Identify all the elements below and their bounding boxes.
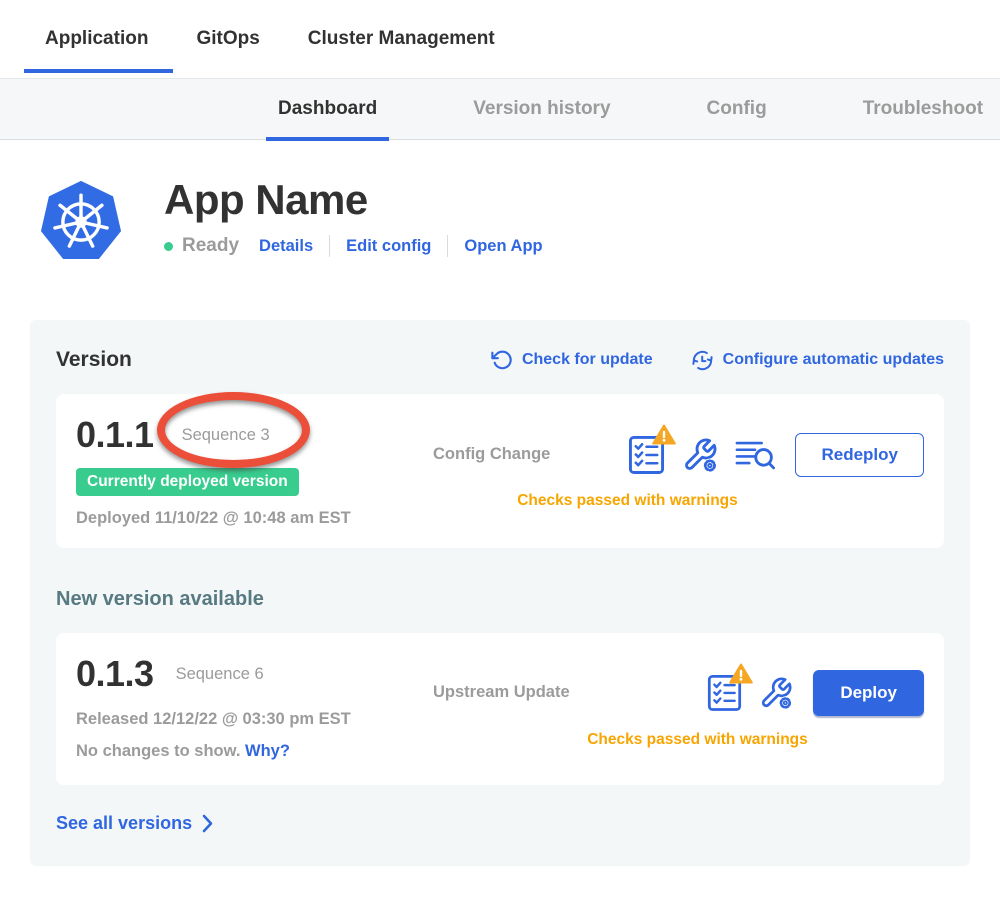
app-tabs: Dashboard Version history Config Trouble… (0, 78, 1000, 140)
tab-dashboard[interactable]: Dashboard (278, 78, 377, 140)
chevron-right-icon (202, 814, 213, 833)
wrench-gear-icon[interactable] (682, 437, 718, 473)
current-version-card: 0.1.1 Sequence 3 Currently deployed vers… (56, 394, 944, 548)
kubernetes-logo-icon (38, 178, 124, 266)
primary-nav: Application GitOps Cluster Management (0, 0, 1000, 78)
tab-version-history[interactable]: Version history (473, 78, 610, 140)
tab-troubleshoot[interactable]: Troubleshoot (863, 78, 983, 140)
status-dot-ready (164, 242, 173, 251)
wrench-gear-icon[interactable] (759, 676, 793, 710)
preflight-checklist-warning-icon[interactable] (628, 434, 665, 475)
app-header: App Name Ready Details Edit config Open … (0, 140, 1000, 266)
details-link[interactable]: Details (259, 237, 313, 256)
redeploy-button[interactable]: Redeploy (795, 433, 924, 477)
deploy-button[interactable]: Deploy (813, 670, 924, 716)
check-for-update-label: Check for update (522, 351, 653, 369)
available-version-number: 0.1.3 (76, 653, 154, 695)
version-source-label: Upstream Update (433, 683, 570, 702)
see-all-versions-link[interactable]: See all versions (56, 813, 213, 834)
version-panel: Version Check for update Configure autom… (30, 320, 970, 866)
checks-status-text: Checks passed with warnings (446, 731, 949, 749)
available-version-sequence: Sequence 6 (176, 665, 264, 684)
divider (329, 235, 330, 257)
deployed-timestamp: Deployed 11/10/22 @ 10:48 am EST (76, 509, 421, 528)
new-version-heading: New version available (56, 588, 944, 611)
clock-refresh-icon (691, 349, 714, 372)
warning-triangle-icon (652, 424, 676, 445)
edit-config-link[interactable]: Edit config (346, 237, 431, 256)
nav-item-application[interactable]: Application (45, 0, 148, 78)
status-text: Ready (182, 235, 239, 257)
warning-triangle-icon (729, 663, 753, 684)
check-for-update-button[interactable]: Check for update (491, 349, 653, 371)
diff-view-icon[interactable] (735, 438, 775, 471)
nav-item-gitops[interactable]: GitOps (196, 0, 259, 78)
currently-deployed-badge: Currently deployed version (76, 468, 299, 496)
tab-config[interactable]: Config (707, 78, 767, 140)
why-link[interactable]: Why? (245, 742, 290, 760)
checks-status-text: Checks passed with warnings (376, 492, 879, 510)
released-timestamp: Released 12/12/22 @ 03:30 pm EST (76, 710, 421, 729)
version-source-label: Config Change (433, 445, 550, 464)
version-panel-title: Version (56, 348, 132, 372)
divider (447, 235, 448, 257)
available-version-card: 0.1.3 Sequence 6 Released 12/12/22 @ 03:… (56, 633, 944, 785)
configure-automatic-updates-label: Configure automatic updates (723, 351, 944, 369)
preflight-checklist-warning-icon[interactable] (707, 673, 742, 712)
nav-item-cluster-management[interactable]: Cluster Management (308, 0, 495, 78)
configure-automatic-updates-button[interactable]: Configure automatic updates (691, 349, 944, 372)
app-name-title: App Name (164, 178, 543, 222)
no-changes-text: No changes to show. (76, 742, 240, 760)
current-version-number: 0.1.1 (76, 414, 154, 456)
see-all-versions-label: See all versions (56, 813, 192, 834)
current-version-sequence: Sequence 3 (182, 426, 270, 445)
open-app-link[interactable]: Open App (464, 237, 542, 256)
refresh-icon (491, 349, 513, 371)
